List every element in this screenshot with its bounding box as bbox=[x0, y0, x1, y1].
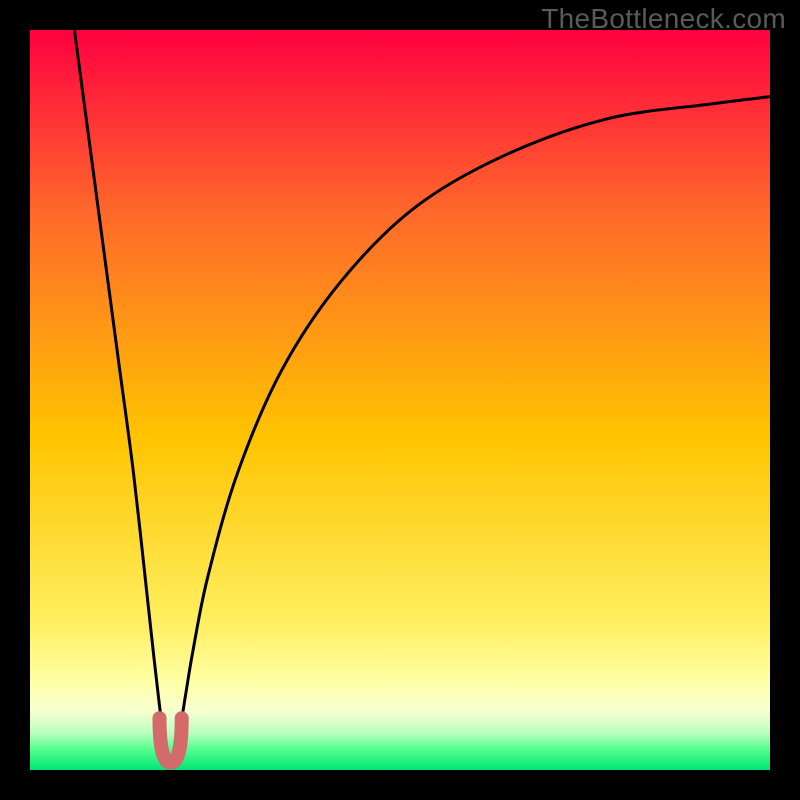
curve-svg bbox=[30, 30, 770, 770]
chart-frame: TheBottleneck.com bbox=[0, 0, 800, 800]
watermark-text: TheBottleneck.com bbox=[541, 3, 786, 35]
minimum-marker-u bbox=[160, 718, 182, 762]
bottleneck-curve-path bbox=[74, 30, 770, 763]
plot-area bbox=[30, 30, 770, 770]
